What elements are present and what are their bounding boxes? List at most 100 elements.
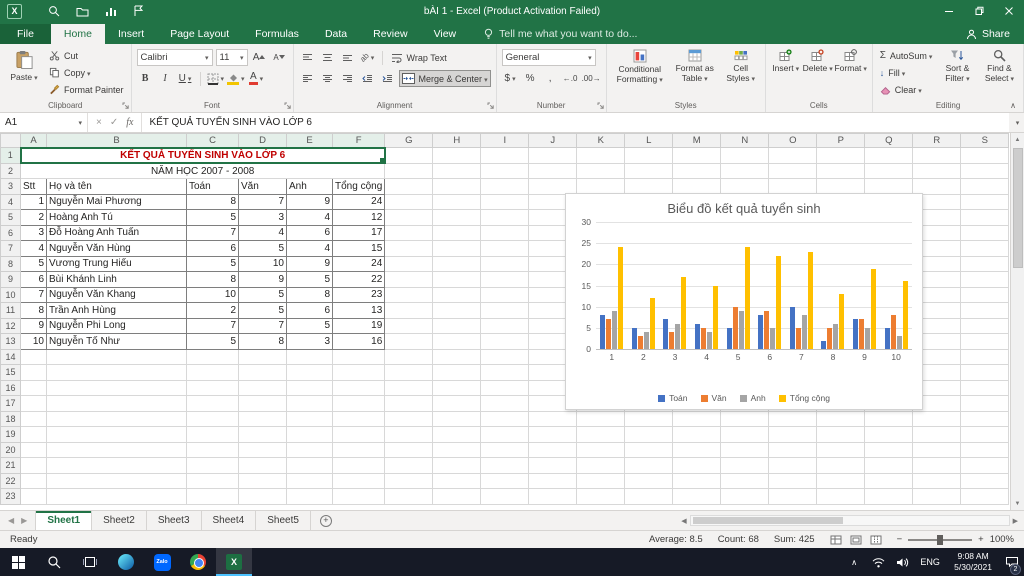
cell-G9[interactable] (384, 271, 434, 288)
zoom-slider-thumb[interactable] (937, 534, 944, 545)
cell-S8[interactable] (960, 255, 1010, 272)
cell-H11[interactable] (432, 302, 482, 319)
cell-C10[interactable]: 10 (186, 286, 239, 303)
cell-D17[interactable] (238, 395, 287, 412)
cell-I21[interactable] (480, 457, 530, 474)
cell-styles-button[interactable]: Cell Styles (722, 47, 760, 99)
cell-E6[interactable]: 6 (286, 224, 333, 241)
cell-Q3[interactable] (864, 178, 914, 195)
cell-H23[interactable] (432, 488, 482, 505)
cell-D9[interactable]: 9 (238, 271, 287, 288)
cell-S1[interactable] (960, 147, 1010, 164)
row-header-15[interactable]: 15 (0, 364, 21, 381)
magnifier-icon[interactable] (48, 5, 60, 17)
cell-G18[interactable] (384, 410, 434, 427)
cell-Q18[interactable] (864, 410, 914, 427)
zalo-icon[interactable]: Zalo (144, 548, 180, 576)
cell-B6[interactable]: Đỗ Hoàng Anh Tuấn (46, 224, 187, 241)
cell-M2[interactable] (672, 162, 722, 179)
zoom-out-icon[interactable]: − (897, 534, 903, 545)
cell-C7[interactable]: 6 (186, 240, 239, 257)
cell-D6[interactable]: 4 (238, 224, 287, 241)
column-header-O[interactable]: O (768, 133, 818, 148)
cell-F3[interactable]: Tổng cộng (331, 178, 386, 195)
cell-H2[interactable] (432, 162, 482, 179)
cell-D13[interactable]: 8 (238, 333, 287, 350)
enter-check-icon[interactable]: ✓ (110, 117, 118, 128)
column-header-C[interactable]: C (186, 133, 239, 149)
row-header-13[interactable]: 13 (0, 333, 21, 350)
cell-F17[interactable] (331, 395, 386, 412)
cell-D20[interactable] (238, 441, 287, 458)
scroll-down-icon[interactable]: ▼ (1011, 497, 1024, 510)
cell-C19[interactable] (186, 426, 239, 443)
cell-K19[interactable] (576, 426, 626, 443)
row-header-12[interactable]: 12 (0, 317, 21, 334)
scroll-right-icon[interactable]: ▶ (1013, 517, 1018, 525)
cell-O21[interactable] (768, 457, 818, 474)
cell-A7[interactable]: 4 (20, 240, 47, 257)
cell-G5[interactable] (384, 209, 434, 226)
comma-style-button[interactable]: , (542, 71, 559, 87)
chrome-icon[interactable] (180, 548, 216, 576)
cell-B21[interactable] (46, 457, 187, 474)
align-bottom-icon[interactable] (339, 50, 356, 66)
cell-E15[interactable] (286, 364, 333, 381)
cell-R21[interactable] (912, 457, 962, 474)
row-header-9[interactable]: 9 (0, 271, 21, 288)
cell-B3[interactable]: Họ và tên (46, 178, 187, 195)
cell-E8[interactable]: 9 (286, 255, 333, 272)
cell-S10[interactable] (960, 286, 1010, 303)
new-sheet-button[interactable]: + (311, 511, 341, 530)
name-box[interactable]: A1 (0, 113, 88, 132)
normal-view-icon[interactable] (830, 535, 842, 545)
sheet-tab-sheet4[interactable]: Sheet4 (202, 511, 257, 530)
row-header-6[interactable]: 6 (0, 224, 21, 241)
horizontal-scroll-track[interactable] (689, 515, 1010, 526)
cell-K2[interactable] (576, 162, 626, 179)
cell-F11[interactable]: 13 (331, 302, 386, 319)
cell-B11[interactable]: Trần Anh Hùng (46, 302, 187, 319)
flag-icon[interactable] (133, 5, 144, 17)
cell-G7[interactable] (384, 240, 434, 257)
cell-L2[interactable] (624, 162, 674, 179)
alignment-dialog-launcher[interactable] (487, 102, 495, 110)
row-header-18[interactable]: 18 (0, 410, 21, 427)
cell-B15[interactable] (46, 364, 187, 381)
cell-N20[interactable] (720, 441, 770, 458)
cell-A13[interactable]: 10 (20, 333, 47, 350)
formula-input[interactable]: KẾT QUẢ TUYỂN SINH VÀO LỚP 6 (142, 113, 1009, 132)
cell-I14[interactable] (480, 348, 530, 365)
cell-G16[interactable] (384, 379, 434, 396)
cell-A6[interactable]: 3 (20, 224, 47, 241)
cell-M1[interactable] (672, 147, 722, 164)
cell-S19[interactable] (960, 426, 1010, 443)
format-as-table-button[interactable]: Format as Table (670, 47, 720, 99)
cell-G14[interactable] (384, 348, 434, 365)
row-header-2[interactable]: 2 (0, 162, 21, 179)
column-header-H[interactable]: H (432, 133, 482, 148)
cell-S11[interactable] (960, 302, 1010, 319)
column-header-Q[interactable]: Q (864, 133, 914, 148)
cell-F22[interactable] (331, 472, 386, 489)
cell-E13[interactable]: 3 (286, 333, 333, 350)
cell-H13[interactable] (432, 333, 482, 350)
clock[interactable]: 9:08 AM 5/30/2021 (946, 551, 1000, 572)
sheet-tab-sheet2[interactable]: Sheet2 (92, 511, 147, 530)
align-top-icon[interactable] (299, 50, 316, 66)
column-header-G[interactable]: G (384, 133, 434, 148)
cell-Q2[interactable] (864, 162, 914, 179)
cell-H14[interactable] (432, 348, 482, 365)
cell-B19[interactable] (46, 426, 187, 443)
cell-O19[interactable] (768, 426, 818, 443)
cell-I12[interactable] (480, 317, 530, 334)
cell-G13[interactable] (384, 333, 434, 350)
cell-A22[interactable] (20, 472, 47, 489)
cell-G22[interactable] (384, 472, 434, 489)
cell-F21[interactable] (331, 457, 386, 474)
tab-formulas[interactable]: Formulas (242, 24, 312, 44)
cell-A14[interactable] (20, 348, 47, 365)
cell-I3[interactable] (480, 178, 530, 195)
fill-button[interactable]: ↓ Fill (878, 64, 935, 81)
cell-K20[interactable] (576, 441, 626, 458)
